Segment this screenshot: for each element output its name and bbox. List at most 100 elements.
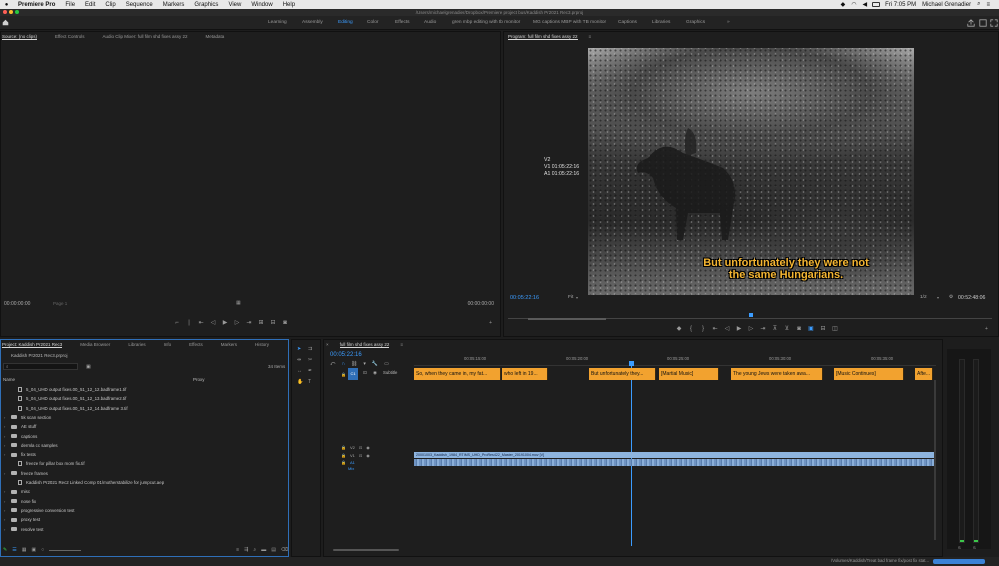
tab-history[interactable]: History [246,342,278,347]
overwrite-icon[interactable]: ⊟ [270,320,276,326]
sort-icons-icon[interactable]: ≡ [236,547,239,553]
tab-timeline[interactable]: full film shd fixes assy 22 [338,342,399,348]
workspace-graphics[interactable]: Graphics [686,20,705,25]
project-item[interactable]: › 5k scan section [1,413,287,422]
project-item[interactable]: freeze for pillar box mom fix.tif [1,459,287,468]
play-icon[interactable]: ▶ [222,320,228,326]
edit-pencil-icon[interactable]: ✎ [3,547,7,553]
play-icon[interactable]: ▶ [736,326,742,332]
resolution-chevron-icon[interactable]: ▾ [937,295,939,300]
tab-effect-controls[interactable]: Effect Controls [46,34,93,39]
meter-solo-left[interactable]: S [958,545,961,550]
clock[interactable]: Fri 7:05 PM [882,2,919,8]
source-settings-icon[interactable]: ▦ [236,300,241,306]
menu-app-name[interactable]: Premiere Pro [13,2,60,8]
wifi-icon[interactable]: ◠ [848,1,859,8]
workspace-assembly[interactable]: Assembly [302,20,323,25]
track-v2-sync-icon[interactable]: ⊡ [359,445,362,450]
column-proxy[interactable]: Proxy [193,377,205,382]
home-icon[interactable] [2,19,9,26]
timeline-settings-icon[interactable]: 🔧 [372,361,378,367]
tab-effects[interactable]: Effects [180,342,212,347]
go-to-in-icon[interactable]: ⇤ [198,320,204,326]
search-icon[interactable]: ⌕ [974,1,983,8]
go-to-out-icon[interactable]: ⇥ [246,320,252,326]
settings-icon[interactable]: ⚙ [949,295,953,300]
project-item[interactable]: › proxy test [1,515,287,524]
menu-window[interactable]: Window [246,2,277,8]
expand-chevron-icon[interactable]: › [4,452,11,457]
expand-chevron-icon[interactable]: › [4,508,11,513]
caption-clip[interactable]: So, when they came in, my fat... [414,368,501,380]
workspace-mg-captions[interactable]: MG captions MBP with TB monitor [533,20,606,25]
source-page-select[interactable]: Page 1 [53,301,67,306]
workspace-effects[interactable]: Effects [395,20,410,25]
project-item[interactable]: › fix tests [1,450,287,459]
tab-libraries[interactable]: Libraries [119,342,154,347]
project-item[interactable]: 5_04_UHD output fixes.00_51_12_12.badfra… [1,385,287,394]
apple-icon[interactable]: ● [0,2,13,8]
video-clip-v1[interactable]: 20001003_Kaddish_1984_RTIMS_UHD_ProRes42… [414,452,934,458]
program-add-button-icon[interactable]: + [985,326,988,332]
mark-out-icon[interactable]: } [700,326,706,332]
extract-icon[interactable]: ⊻ [784,326,790,332]
track-v1-lock-icon[interactable]: 🔒 [341,453,346,458]
column-name[interactable]: Name [3,377,15,382]
workspace-color[interactable]: Color [367,20,378,25]
resolution-select[interactable]: 1/2 [920,295,927,300]
minimize-window-button[interactable] [9,10,13,14]
step-back-icon[interactable]: ◁ [210,320,216,326]
new-bin-from-search-icon[interactable]: ▣ [86,364,91,370]
tab-markers[interactable]: Markers [212,342,246,347]
dropbox-icon[interactable]: ◆ [838,1,849,8]
comparison-view-icon[interactable]: ▣ [808,326,814,332]
workspace-learning[interactable]: Learning [268,20,287,25]
track-c1-target[interactable]: C1 [348,368,358,380]
program-timecode[interactable]: 00:05:22:16 [510,295,539,301]
mark-in-icon[interactable]: ⌐ [174,320,180,326]
meter-solo-right[interactable]: S [973,545,976,550]
snap-icon[interactable]: ∩ [341,361,345,367]
program-zoom-bar[interactable] [528,318,606,320]
pen-tool-icon[interactable]: ✒ [308,368,312,374]
source-add-button-icon[interactable]: + [489,320,492,326]
track-lock-icon[interactable]: 🔒 [341,372,346,377]
selection-tool-icon[interactable]: ➤ [297,346,301,352]
project-item[interactable]: Kaddish Pr2021 Rec2 Linked Comp 01/mothe… [1,478,287,487]
caption-clip[interactable]: Afte... [915,368,933,380]
track-v1-label[interactable]: V1 [350,453,355,458]
find-icon[interactable]: ⌕ [253,547,256,553]
program-playhead[interactable] [749,313,753,317]
timeline-timecode[interactable]: 00:05:22:16 [330,352,362,358]
tab-project[interactable]: Project: Kaddish Pr2021 Rec3 [1,342,71,348]
project-item[interactable]: 5_04_UHD output fixes.00_51_12_14.badfra… [1,404,287,413]
step-forward-icon[interactable]: ▷ [748,326,754,332]
track-a1-label[interactable]: A1 [350,460,355,465]
timeline-menu-icon[interactable]: ≡ [398,342,412,347]
razor-tool-icon[interactable]: ✂ [308,357,312,363]
source-timecode-in[interactable]: 00:00:00:00 [4,301,30,307]
tab-audio-clip-mixer[interactable]: Audio Clip Mixer: full film shd fixes as… [93,34,196,39]
automate-to-sequence-icon[interactable]: ⇶ [244,547,248,553]
track-sync-icon[interactable]: ⊡ [363,370,367,376]
workspace-more[interactable]: » [727,20,730,25]
program-menu-icon[interactable]: ≡ [587,34,601,39]
fit-chevron-icon[interactable]: ▾ [576,295,578,300]
project-item[interactable]: › dermla cc samples [1,441,287,450]
export-frame-icon[interactable]: ◙ [796,326,802,332]
go-to-out-icon[interactable]: ⇥ [760,326,766,332]
add-marker-icon[interactable]: ▾ [363,361,366,367]
tab-info[interactable]: Info [155,342,181,347]
new-bin-icon[interactable]: ▬ [261,547,266,553]
menu-sequence[interactable]: Sequence [121,2,158,8]
expand-chevron-icon[interactable]: › [4,415,11,420]
linked-selection-icon[interactable]: ⛓ [351,361,357,367]
control-center-icon[interactable]: ≡ [983,2,993,8]
mark-in-icon[interactable]: { [688,326,694,332]
user-name[interactable]: Michael Grenadier [919,2,974,8]
track-select-tool-icon[interactable]: ⇉ [308,346,312,352]
workspace-libraries[interactable]: Libraries [652,20,670,25]
volume-icon[interactable]: ◀ [859,1,870,8]
step-forward-icon[interactable]: ▷ [234,320,240,326]
captions-display-icon[interactable]: ▭ [384,361,389,367]
